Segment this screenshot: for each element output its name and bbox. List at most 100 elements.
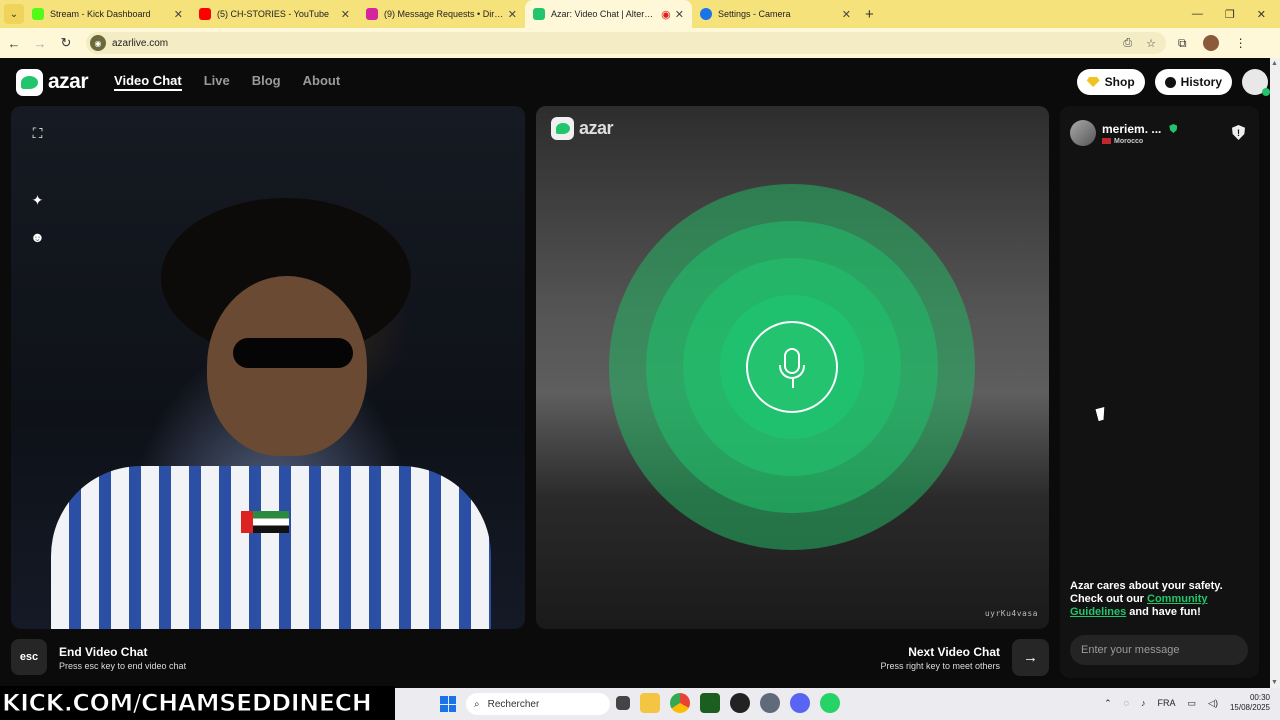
verified-badge-icon: [1169, 124, 1178, 133]
tab-search-button[interactable]: ⌄: [4, 4, 24, 24]
user-avatar-button[interactable]: [1242, 69, 1270, 96]
azar-page: azar Video Chat Live Blog About Shop His…: [0, 58, 1280, 688]
search-icon: ⌕: [474, 698, 480, 710]
effects-sparkle-icon[interactable]: ✦: [30, 193, 45, 208]
azar-logo-icon: [551, 117, 574, 140]
browser-tab-instagram[interactable]: (9) Message Requests • Direct ✕: [358, 0, 525, 28]
tab-title: Stream - Kick Dashboard: [50, 9, 151, 19]
forward-arrow-icon[interactable]: →: [28, 36, 52, 51]
discord-icon[interactable]: [790, 693, 810, 713]
close-tab-icon[interactable]: ✕: [341, 8, 350, 21]
install-app-icon[interactable]: ⎙: [1123, 37, 1132, 50]
peer-view-logo: azar: [551, 117, 614, 140]
gem-icon: [1086, 77, 1100, 87]
file-explorer-icon[interactable]: [640, 693, 660, 713]
next-chat-hint: Press right key to meet others: [880, 661, 1000, 671]
close-tab-icon[interactable]: ✕: [675, 8, 684, 21]
nav-video-chat[interactable]: Video Chat: [114, 73, 182, 91]
obs-icon[interactable]: [730, 693, 750, 713]
settings-gear-icon[interactable]: [760, 693, 780, 713]
terminal-app-icon[interactable]: [700, 693, 720, 713]
self-camera-view: ⛶ ✦ ☻: [11, 106, 525, 629]
youtube-favicon-icon: [199, 8, 211, 20]
volume-icon[interactable]: ◁): [1208, 698, 1218, 709]
azar-logo[interactable]: azar: [16, 68, 89, 96]
language-indicator[interactable]: FRA: [1158, 698, 1176, 708]
window-controls: — ❐ ✕: [1192, 8, 1280, 21]
camera-subject-flag-patch: [241, 511, 289, 533]
shop-button[interactable]: Shop: [1076, 69, 1145, 95]
camera-tools: ⛶ ✦ ☻: [30, 126, 45, 245]
show-hidden-icons-icon[interactable]: ⌃: [1104, 698, 1112, 709]
reload-icon[interactable]: ↻: [54, 35, 78, 51]
site-header: azar Video Chat Live Blog About Shop His…: [0, 58, 1270, 106]
nav-blog[interactable]: Blog: [252, 73, 281, 91]
task-view-icon[interactable]: [616, 696, 630, 710]
safety-text-end: and have fun!: [1126, 606, 1201, 618]
windows-start-icon[interactable]: [440, 696, 456, 712]
scroll-down-icon[interactable]: ▼: [1271, 679, 1278, 686]
close-tab-icon[interactable]: ✕: [174, 8, 183, 21]
main-nav: Video Chat Live Blog About: [114, 73, 340, 91]
scroll-up-icon[interactable]: ▲: [1271, 60, 1278, 67]
face-filter-icon[interactable]: ☻: [30, 230, 45, 245]
close-tab-icon[interactable]: ✕: [508, 8, 517, 21]
close-window-icon[interactable]: ✕: [1257, 8, 1266, 21]
taskbar-search[interactable]: ⌕ Rechercher: [466, 693, 610, 715]
clock-date: 15/08/2025: [1229, 703, 1270, 712]
morocco-flag-icon: [1102, 138, 1111, 144]
peer-avatar[interactable]: [1070, 120, 1096, 146]
recording-icon: ◉: [661, 8, 671, 21]
url-input[interactable]: ◉ azarlive.com ⎙ ☆: [86, 32, 1166, 54]
clock-time: 00:30: [1249, 693, 1270, 702]
close-tab-icon[interactable]: ✕: [842, 8, 851, 21]
peer-camera-view: azar uyrKu4vasa: [536, 106, 1049, 629]
microphone-tray-icon[interactable]: ♪: [1141, 698, 1146, 708]
whatsapp-icon[interactable]: [820, 693, 840, 713]
message-input[interactable]: [1070, 635, 1248, 665]
history-label: History: [1180, 75, 1222, 89]
back-arrow-icon[interactable]: ←: [2, 36, 26, 51]
peer-profile[interactable]: meriem. ... Morocco: [1070, 120, 1178, 146]
bookmark-star-icon[interactable]: ☆: [1146, 37, 1156, 50]
camera-subject-shirt: [51, 466, 491, 629]
microphone-icon: [746, 321, 838, 413]
next-chat-title: Next Video Chat: [908, 645, 1000, 659]
address-bar-row: ← → ↻ ◉ azarlive.com ⎙ ☆ ⧉ ⋮: [0, 28, 1280, 58]
chat-panel: meriem. ... Morocco ! Azar cares about y…: [1060, 106, 1259, 678]
browser-tab-settings[interactable]: Settings - Camera ✕: [692, 0, 859, 28]
browser-tab-youtube[interactable]: (5) CH-STORIES - YouTube ✕: [191, 0, 358, 28]
taskbar-apps: [616, 693, 840, 713]
report-shield-icon[interactable]: !: [1232, 125, 1245, 140]
profile-avatar[interactable]: [1202, 35, 1219, 51]
restore-icon[interactable]: ❐: [1225, 8, 1235, 21]
browser-tab-kick[interactable]: Stream - Kick Dashboard ✕: [24, 0, 191, 28]
minimize-icon[interactable]: —: [1192, 8, 1203, 21]
peer-id-watermark: uyrKu4vasa: [984, 609, 1038, 618]
fullscreen-icon[interactable]: ⛶: [30, 126, 45, 141]
new-tab-button[interactable]: +: [865, 6, 874, 23]
settings-favicon-icon: [700, 8, 712, 20]
nav-live[interactable]: Live: [204, 73, 230, 91]
next-chat-arrow-button[interactable]: →: [1012, 639, 1049, 676]
chrome-icon[interactable]: [670, 693, 690, 713]
browser-menu-icon[interactable]: ⋮: [1235, 36, 1247, 50]
clock[interactable]: 00:30 15/08/2025: [1230, 693, 1270, 713]
site-info-icon[interactable]: ◉: [90, 35, 106, 51]
nav-about[interactable]: About: [303, 73, 341, 91]
history-button[interactable]: History: [1154, 69, 1232, 95]
logo-text: azar: [579, 118, 614, 138]
end-chat-button[interactable]: esc: [11, 639, 47, 675]
extensions-icon[interactable]: ⧉: [1178, 36, 1187, 51]
browser-tab-azar[interactable]: Azar: Video Chat | Alternati ◉ ✕: [525, 0, 692, 28]
clock-icon: [1164, 76, 1176, 88]
kick-stream-overlay: KICK.COM/CHAMSEDDINECH: [0, 686, 395, 720]
azar-favicon-icon: [533, 8, 545, 20]
tab-title: (9) Message Requests • Direct: [384, 9, 504, 19]
url-text: azarlive.com: [112, 37, 169, 49]
kick-favicon-icon: [32, 8, 44, 20]
display-icon[interactable]: ▭: [1188, 698, 1197, 709]
network-icon[interactable]: ◌: [1124, 698, 1129, 708]
instagram-favicon-icon: [366, 8, 378, 20]
page-scrollbar[interactable]: ▲ ▼: [1270, 58, 1280, 688]
